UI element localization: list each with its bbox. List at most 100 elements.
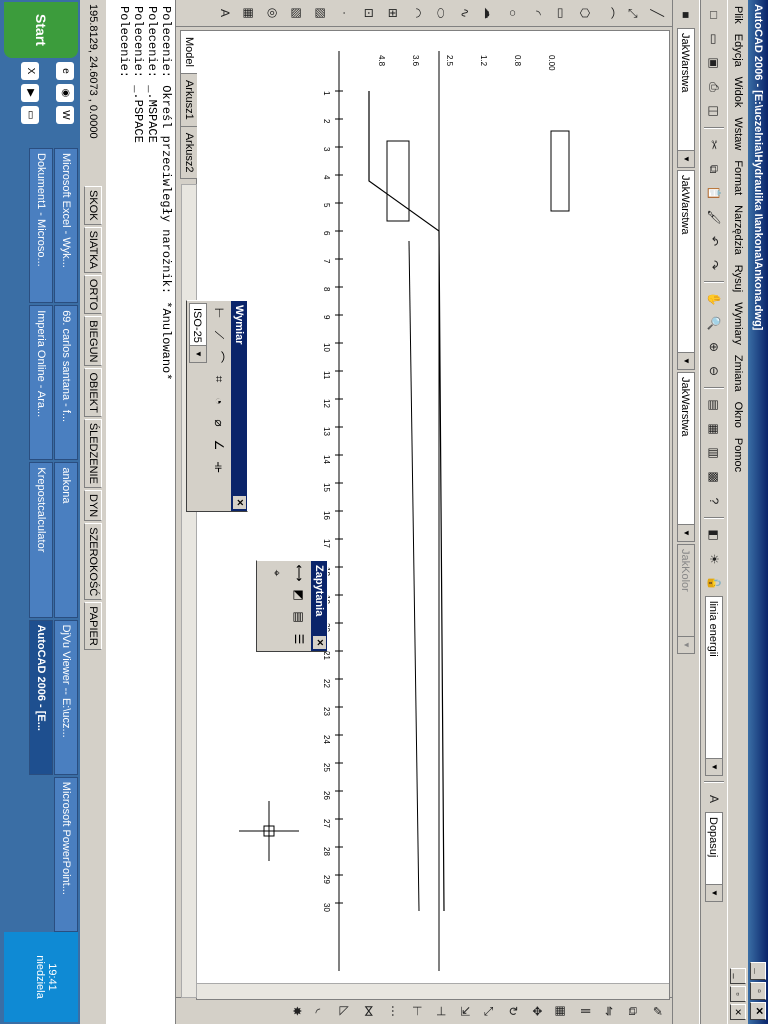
task-winamp[interactable]: 69. carlos santana - f... bbox=[54, 305, 78, 461]
start-button[interactable]: Start bbox=[4, 2, 78, 58]
style-combo[interactable]: Dopasuj bbox=[705, 812, 723, 902]
trim-icon[interactable]: ⊣ bbox=[430, 1000, 452, 1022]
command-prompt[interactable]: Polecenie: bbox=[117, 6, 131, 1018]
arc-length-icon[interactable]: ⌒ bbox=[209, 347, 229, 367]
zoom-realtime-icon[interactable]: 🔍 bbox=[703, 312, 725, 334]
desktop-icon[interactable]: ▭ bbox=[21, 106, 39, 124]
locate-point-icon[interactable]: ⌖ bbox=[267, 563, 287, 583]
copy-icon[interactable]: ⧉ bbox=[703, 158, 725, 180]
rectangle-icon[interactable]: ▭ bbox=[550, 2, 572, 24]
mirror-icon[interactable]: ⇋ bbox=[598, 1000, 620, 1022]
menu-wstaw[interactable]: Wstaw bbox=[732, 117, 744, 150]
close-icon[interactable]: ✕ bbox=[313, 636, 326, 649]
erase-icon[interactable]: ✐ bbox=[646, 1000, 668, 1022]
media-icon[interactable]: ▶ bbox=[21, 84, 39, 102]
toggle-papier[interactable]: PAPIER bbox=[84, 602, 102, 650]
task-excel[interactable]: Microsoft Excel - Wyk... bbox=[54, 148, 78, 304]
cut-icon[interactable]: ✂ bbox=[703, 134, 725, 156]
pan-icon[interactable]: ✋ bbox=[703, 288, 725, 310]
task-imperia[interactable]: Imperia Online - Ara... bbox=[29, 305, 53, 461]
task-ankona[interactable]: ankona bbox=[54, 462, 78, 618]
arc-icon[interactable]: ◜ bbox=[526, 2, 548, 24]
preview-icon[interactable]: ◫ bbox=[703, 100, 725, 122]
undo-icon[interactable]: ↶ bbox=[703, 230, 725, 252]
radius-icon[interactable]: ◔ bbox=[209, 391, 229, 411]
properties-icon[interactable]: ▤ bbox=[703, 394, 725, 416]
scale-icon[interactable]: ⤡ bbox=[478, 1000, 500, 1022]
new-icon[interactable]: □ bbox=[703, 4, 725, 26]
print-icon[interactable]: ⎙ bbox=[703, 76, 725, 98]
polygon-icon[interactable]: ⬡ bbox=[574, 2, 596, 24]
move-icon[interactable]: ✥ bbox=[526, 1000, 548, 1022]
save-icon[interactable]: ▣ bbox=[703, 52, 725, 74]
task-word[interactable]: Dokument1 - Microso... bbox=[29, 148, 53, 304]
make-block-icon[interactable]: ⊡ bbox=[358, 2, 380, 24]
firefox-icon[interactable]: ◉ bbox=[56, 84, 74, 102]
layer-lock-icon[interactable]: 🔓 bbox=[703, 572, 725, 594]
construction-line-icon[interactable]: ⤢ bbox=[622, 2, 644, 24]
toggle-skok[interactable]: SKOK bbox=[84, 186, 102, 225]
menu-plik[interactable]: Plik bbox=[732, 6, 744, 24]
toggle-orto[interactable]: ORTO bbox=[84, 274, 102, 315]
word-icon[interactable]: W bbox=[56, 106, 74, 124]
linear-dim-icon[interactable]: ⊢ bbox=[209, 303, 229, 323]
hatch-icon[interactable]: ▨ bbox=[310, 2, 332, 24]
plotstyle-combo[interactable]: JakKolor bbox=[677, 544, 695, 654]
join-icon[interactable]: ⋈ bbox=[358, 1000, 380, 1022]
table-icon[interactable]: ▦ bbox=[238, 2, 260, 24]
offset-icon[interactable]: ⫴ bbox=[574, 1000, 596, 1022]
open-icon[interactable]: ▭ bbox=[703, 28, 725, 50]
help-icon[interactable]: ? bbox=[703, 490, 725, 512]
layer-manager-icon[interactable]: ◧ bbox=[703, 524, 725, 546]
toggle-dyn[interactable]: DYN bbox=[84, 489, 102, 522]
ellipse-arc-icon[interactable]: ◠ bbox=[406, 2, 428, 24]
task-krepost[interactable]: Krepostcalculator bbox=[29, 462, 53, 618]
break-icon[interactable]: ⋯ bbox=[382, 1000, 404, 1022]
tool-palettes-icon[interactable]: ▥ bbox=[703, 442, 725, 464]
toggle-sledzenie[interactable]: ŚLEDZENIE bbox=[84, 418, 102, 488]
menu-rysuj[interactable]: Rysuj bbox=[732, 265, 744, 293]
lineweight-combo[interactable]: JakWarstwa bbox=[677, 372, 695, 542]
tab-model[interactable]: Model bbox=[180, 30, 198, 74]
distance-icon[interactable]: ⟷ bbox=[289, 563, 309, 583]
rotate-icon[interactable]: ↻ bbox=[502, 1000, 524, 1022]
polyline-icon[interactable]: ⌒ bbox=[598, 2, 620, 24]
linetype-combo[interactable]: JakWarstwa bbox=[677, 170, 695, 370]
excel-icon[interactable]: X bbox=[21, 62, 39, 80]
close-button[interactable]: ✕ bbox=[750, 1002, 766, 1020]
calculator-icon[interactable]: ▩ bbox=[703, 466, 725, 488]
match-properties-icon[interactable]: 🖌 bbox=[703, 206, 725, 228]
diameter-icon[interactable]: ⌀ bbox=[209, 413, 229, 433]
chamfer-icon[interactable]: ◺ bbox=[334, 1000, 356, 1022]
paste-icon[interactable]: 📋 bbox=[703, 182, 725, 204]
revcloud-icon[interactable]: ☁ bbox=[478, 2, 500, 24]
redo-icon[interactable]: ↷ bbox=[703, 254, 725, 276]
doc-restore-button[interactable]: ▫ bbox=[730, 986, 746, 1002]
doc-minimize-button[interactable]: _ bbox=[730, 968, 746, 984]
dim-style-combo[interactable]: ISO-25 bbox=[189, 303, 207, 363]
tab-arkusz2[interactable]: Arkusz2 bbox=[180, 125, 198, 180]
maximize-button[interactable]: ▫ bbox=[750, 982, 766, 1000]
point-icon[interactable]: · bbox=[334, 2, 356, 24]
spline-icon[interactable]: ∿ bbox=[454, 2, 476, 24]
toggle-szerokosc[interactable]: SZEROKOŚĆ bbox=[84, 523, 102, 601]
copy-object-icon[interactable]: ⧉ bbox=[622, 1000, 644, 1022]
ellipse-icon[interactable]: ⬭ bbox=[430, 2, 452, 24]
explode-icon[interactable]: ✸ bbox=[286, 1000, 308, 1022]
quick-dim-icon[interactable]: ⟛ bbox=[209, 457, 229, 477]
menu-okno[interactable]: Okno bbox=[732, 402, 744, 428]
fillet-icon[interactable]: ◟ bbox=[310, 1000, 332, 1022]
circle-icon[interactable]: ○ bbox=[502, 2, 524, 24]
array-icon[interactable]: ▦ bbox=[550, 1000, 572, 1022]
text-style-icon[interactable]: A bbox=[703, 788, 725, 810]
toggle-obiekt[interactable]: OBIEKT bbox=[84, 368, 102, 417]
aligned-dim-icon[interactable]: ⟋ bbox=[209, 325, 229, 345]
drawing-area[interactable]: 1234567891011121314151617181920212223242… bbox=[196, 30, 670, 1000]
layer-state-icon[interactable]: ☀ bbox=[703, 548, 725, 570]
ie-icon[interactable]: e bbox=[56, 62, 74, 80]
extend-icon[interactable]: ⊢ bbox=[406, 1000, 428, 1022]
mass-properties-icon[interactable]: ▤ bbox=[289, 607, 309, 627]
menu-zmiana[interactable]: Zmiana bbox=[732, 355, 744, 392]
toggle-biegun[interactable]: BIEGUN bbox=[84, 316, 102, 367]
zoom-window-icon[interactable]: ⊕ bbox=[703, 336, 725, 358]
